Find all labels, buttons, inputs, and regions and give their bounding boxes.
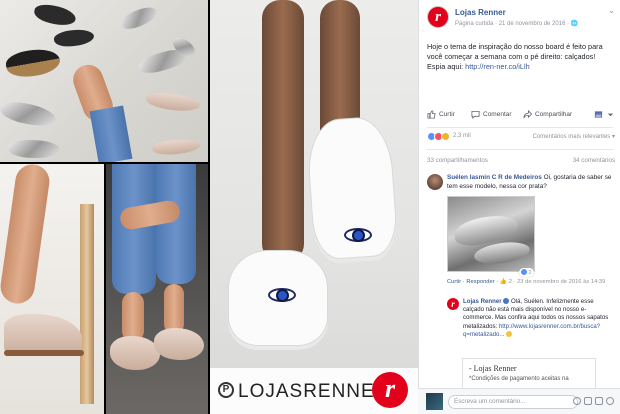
renner-logo: r [372,372,408,408]
thumbs-up-icon [427,110,436,119]
composer-tools [573,397,614,405]
post-panel: r Lojas Renner Página curtida · 21 de no… [418,0,620,414]
comment-reaction-badge[interactable]: 2 [519,268,534,277]
share-label: Compartilhar [535,111,573,118]
shares-count[interactable]: 33 compartilhamentos [427,157,488,164]
like-button[interactable]: Curtir [427,110,455,119]
comment-attached-image[interactable] [447,196,535,272]
emoji-icon[interactable] [573,397,581,405]
comment-input[interactable]: Escreva um comentário... [448,395,578,409]
page-avatar-small-icon [594,111,603,118]
comments-count[interactable]: 34 comentários [573,157,615,164]
comment-icon [471,110,480,119]
sticker-icon[interactable] [606,397,614,405]
comment-reaction-count: 2 [528,270,532,276]
post-meta: Página curtida · 21 de novembro de 2016 … [455,21,579,27]
comment-author[interactable]: Suélen Iasmin C R de Medeiros [447,174,542,181]
comment-button[interactable]: Comentar [471,110,512,119]
brand-watermark: P LOJASRENNER r [210,368,418,414]
comment-sort-dropdown[interactable]: Comentários mais relevantes ▾ [533,133,615,140]
wow-reaction-icon [441,132,450,141]
post-text: Hoje o tema de inspiração do nosso board… [427,42,613,72]
share-comment-counts: 33 compartilhamentos 34 comentários [427,157,615,167]
camera-icon[interactable] [584,397,592,405]
like-reaction-icon [521,269,527,275]
chevron-down-icon [607,113,614,117]
gif-icon[interactable] [595,397,603,405]
brand-watermark-text: LOJASRENNER [238,381,390,402]
photo-eye-sneakers[interactable] [210,0,418,414]
post-actions: Curtir Comentar Compartilhar [427,110,615,124]
pinterest-icon: P [218,382,234,398]
comment-like-icon: 👍 [499,279,508,285]
reactions-count[interactable]: 2,3 mil [453,133,471,139]
reply-body: Lojas Renner Olá, Suélen. Infelizmente e… [463,298,615,339]
comment-timestamp: 2 · 23 de novembro de 2016 às 14:39 [508,279,606,285]
comment-body: Suélen Iasmin C R de Medeiros Oi, gostar… [447,174,615,191]
photo-lace-up-flats[interactable] [106,164,208,414]
post-photo-collage[interactable]: P LOJASRENNER r [0,0,418,414]
current-user-avatar [426,393,443,410]
like-label: Curtir [439,111,455,118]
photo-shoes-flatlay[interactable] [0,0,208,162]
view-as-selector[interactable] [594,110,615,119]
post-link[interactable]: http://ren-ner.co/iLlh [465,62,530,71]
reactions-summary[interactable]: 2,3 mil Comentários mais relevantes ▾ [427,132,615,144]
commenter-avatar[interactable] [427,174,443,190]
link-preview-description: *Condições de pagamento aceitas na [469,376,569,382]
page-name-link[interactable]: Lojas Renner [455,8,506,17]
divider [427,127,613,128]
post-header: r Lojas Renner Página curtida · 21 de no… [427,6,615,36]
comment-meta: Curtir · Responder · 👍 2 · 23 de novembr… [447,278,615,286]
comment-composer: Escreva um comentário... [418,388,620,414]
reply-author[interactable]: Lojas Renner [463,298,502,305]
post-options-icon[interactable]: ⌄ [608,6,615,15]
share-icon [523,110,532,119]
divider [427,149,613,150]
comment-like-reply-links[interactable]: Curtir · Responder · [447,279,500,285]
link-preview-card[interactable]: - Lojas Renner *Condições de pagamento a… [462,358,596,392]
smile-emoji-icon [506,330,513,337]
share-button[interactable]: Compartilhar [523,110,572,119]
link-preview-title: - Lojas Renner [469,364,517,373]
page-avatar[interactable]: r [427,6,449,28]
photo-oxford-shoe[interactable] [0,164,104,414]
comment-label: Comentar [483,111,512,118]
reply-avatar[interactable]: r [447,298,459,310]
